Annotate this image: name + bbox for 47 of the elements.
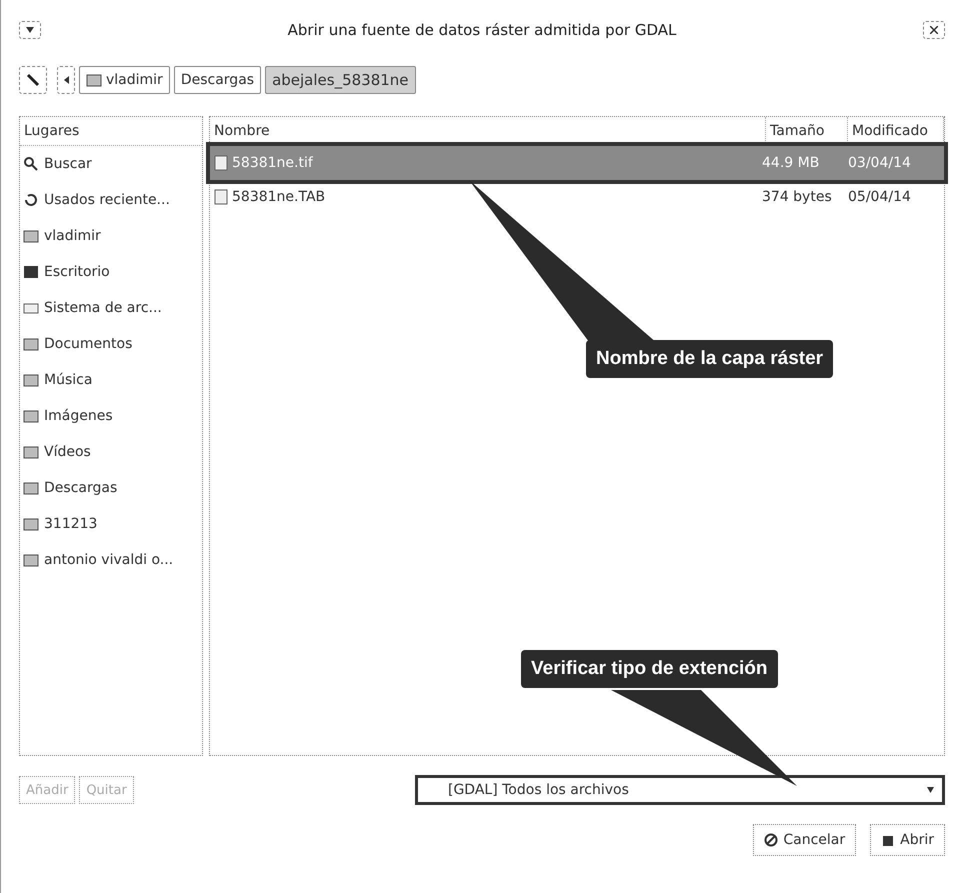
sidebar-item[interactable]: Buscar bbox=[20, 146, 202, 182]
sidebar-header: Lugares bbox=[20, 117, 202, 146]
pencil-icon bbox=[25, 72, 41, 88]
caret-icon bbox=[927, 787, 934, 793]
sidebar-item[interactable]: Sistema de arc... bbox=[20, 290, 202, 326]
sidebar-item[interactable]: Música bbox=[20, 362, 202, 398]
folder-icon bbox=[23, 336, 39, 352]
file-icon bbox=[214, 155, 228, 171]
window-menu-button[interactable] bbox=[19, 21, 41, 39]
path-button[interactable]: vladimir bbox=[79, 66, 170, 94]
callout-label: Nombre de la capa ráster bbox=[586, 340, 834, 378]
callout-label: Verificar tipo de extención bbox=[521, 650, 778, 688]
sidebar-item[interactable]: Imágenes bbox=[20, 398, 202, 434]
left-arrow-icon bbox=[64, 76, 68, 84]
filter-dropdown[interactable]: [GDAL] Todos los archivos bbox=[415, 775, 945, 805]
history-icon bbox=[23, 192, 39, 208]
path-button[interactable]: Descargas bbox=[174, 66, 262, 94]
file-icon bbox=[214, 189, 228, 205]
caret-icon bbox=[26, 27, 34, 33]
folder-icon bbox=[23, 516, 39, 532]
folder-icon bbox=[23, 372, 39, 388]
sidebar-item[interactable]: vladimir bbox=[20, 218, 202, 254]
sidebar-item[interactable]: Escritorio bbox=[20, 254, 202, 290]
search-icon bbox=[23, 156, 39, 172]
sidebar-item[interactable]: antonio vivaldi o... bbox=[20, 542, 202, 578]
folder-icon bbox=[23, 228, 39, 244]
desktop-icon bbox=[23, 264, 39, 280]
folder-icon bbox=[23, 444, 39, 460]
path-button[interactable]: abejales_58381ne bbox=[265, 66, 416, 94]
close-button[interactable] bbox=[923, 21, 945, 39]
close-icon bbox=[930, 26, 938, 34]
folder-icon bbox=[23, 408, 39, 424]
sidebar-item[interactable]: Vídeos bbox=[20, 434, 202, 470]
back-button[interactable] bbox=[57, 66, 75, 94]
window-title: Abrir una fuente de datos ráster admitida por GDAL bbox=[286, 21, 678, 39]
file-row[interactable]: 58381ne.TAB 374 bytes 05/04/14 bbox=[210, 180, 944, 214]
sidebar-item[interactable]: 311213 bbox=[20, 506, 202, 542]
sidebar-item[interactable]: Usados reciente... bbox=[20, 182, 202, 218]
cancel-icon bbox=[764, 833, 778, 847]
sidebar-item[interactable]: Descargas bbox=[20, 470, 202, 506]
sidebar-item[interactable]: Documentos bbox=[20, 326, 202, 362]
open-icon bbox=[881, 833, 896, 847]
open-button[interactable]: Abrir bbox=[870, 824, 945, 856]
folder-icon bbox=[23, 480, 39, 496]
cancel-button[interactable]: Cancelar bbox=[753, 824, 856, 856]
folder-icon bbox=[23, 552, 39, 568]
edit-location-button[interactable] bbox=[19, 66, 47, 94]
